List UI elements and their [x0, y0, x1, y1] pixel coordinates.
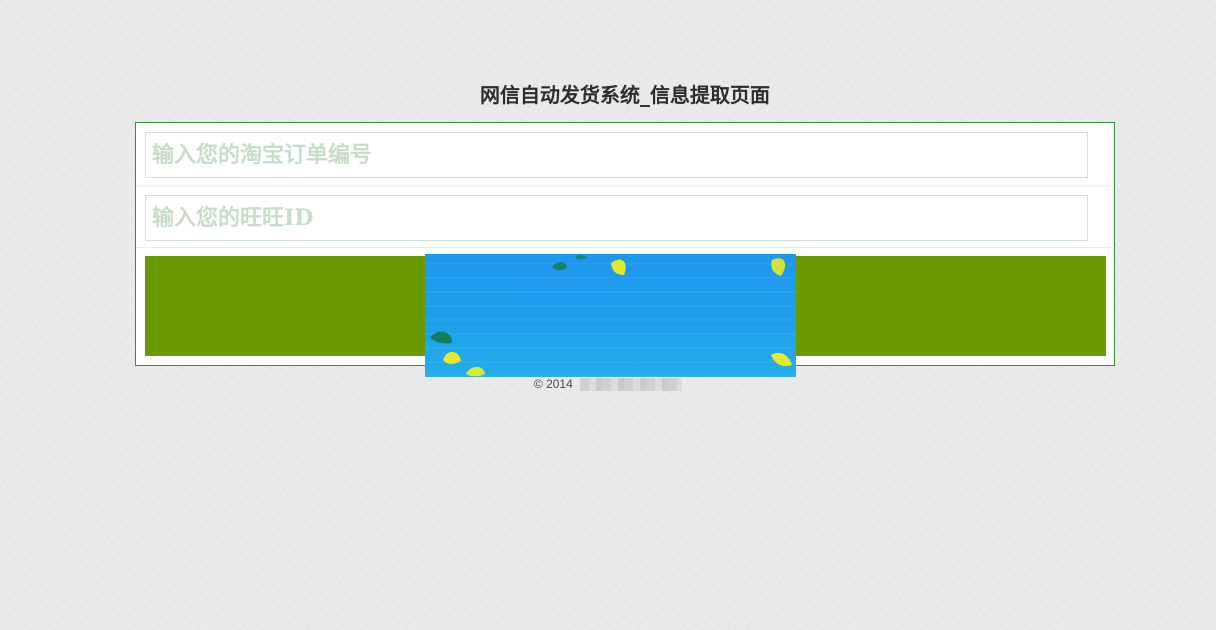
wangwang-id-field: [145, 195, 1088, 241]
footer: © 2014: [0, 377, 1216, 392]
blurred-footer-text: [580, 378, 683, 392]
wangwang-id-row: [136, 186, 1114, 248]
blue-leaves-image: [425, 254, 796, 377]
copyright-text: © 2014: [533, 377, 573, 391]
order-number-row: [136, 123, 1114, 186]
leaf-pattern-icon: [430, 254, 792, 377]
order-number-input[interactable]: [146, 133, 1087, 177]
order-number-field: [145, 132, 1088, 178]
page-title: 网信自动发货系统_信息提取页面: [480, 83, 770, 107]
page: 网信自动发货系统_信息提取页面 © 2014: [0, 0, 1216, 630]
wangwang-id-input[interactable]: [146, 196, 1087, 240]
